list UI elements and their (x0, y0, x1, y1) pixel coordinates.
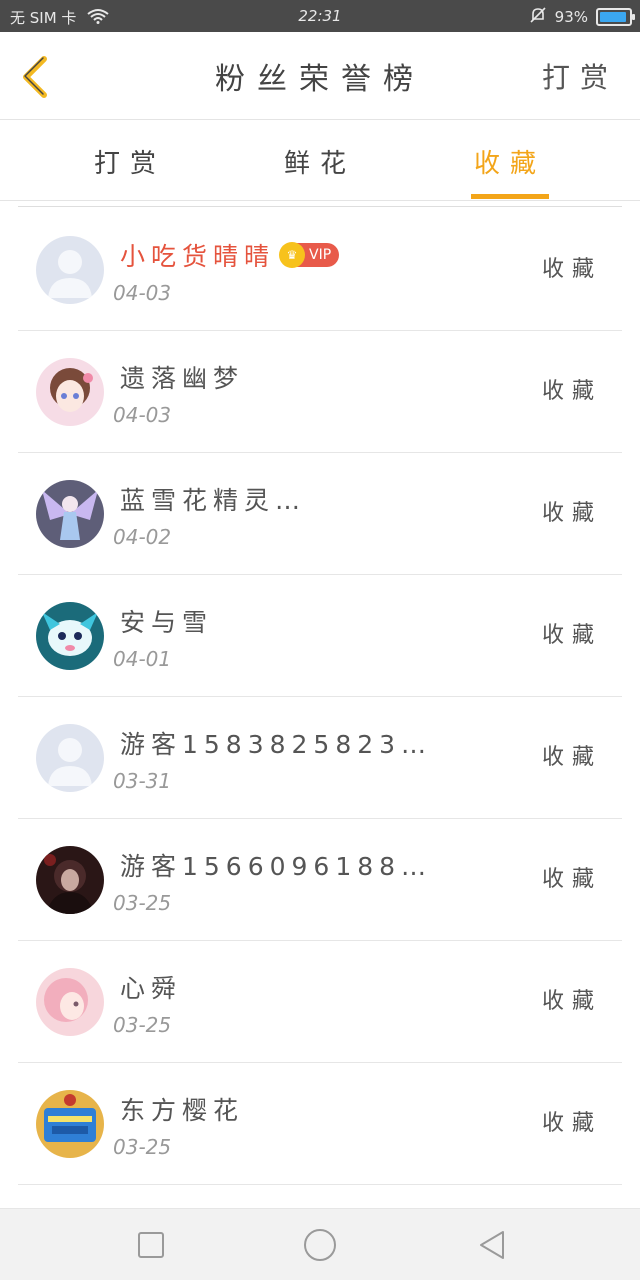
user-name: 小吃货晴晴 ♛ VIP (120, 237, 340, 273)
action-label: 收藏 (541, 989, 602, 1014)
circle-icon (304, 1229, 336, 1261)
dark-portrait-avatar-icon (36, 846, 104, 914)
user-name: 东方樱花 (120, 1096, 245, 1125)
user-name: 安与雪 (120, 608, 214, 637)
user-name: 游客1583825823… (120, 730, 433, 759)
user-name: 遗落幽梦 (120, 364, 245, 393)
cartoon-creature-avatar-icon (36, 602, 104, 670)
user-name: 游客1566096188… (120, 852, 433, 881)
avatar[interactable] (36, 236, 104, 304)
avatar[interactable] (36, 358, 104, 426)
default-avatar-icon (36, 236, 104, 304)
tab-bar: 打赏 鲜花 收藏 (0, 121, 640, 201)
avatar[interactable] (36, 1090, 104, 1158)
crown-icon: ♛ (279, 242, 306, 268)
action-label: 收藏 (541, 501, 602, 526)
user-name: 心舜 (120, 974, 183, 1003)
date: 04-03 (113, 403, 172, 427)
pink-hair-avatar-icon (36, 968, 104, 1036)
vip-badge: ♛ VIP (279, 242, 340, 268)
date: 04-03 (113, 281, 172, 305)
reward-link[interactable]: 打赏 (542, 32, 618, 120)
system-nav-bar (0, 1208, 640, 1280)
list-item[interactable]: 游客1583825823… 03-31 收藏 (18, 697, 622, 819)
action-label: 收藏 (541, 379, 602, 404)
tab-reward[interactable]: 打赏 (60, 121, 200, 201)
list-item[interactable]: 游客1566096188… 03-25 收藏 (18, 819, 622, 941)
tab-favorites[interactable]: 收藏 (465, 121, 555, 201)
avatar[interactable] (36, 480, 104, 548)
home-button[interactable] (302, 1227, 338, 1263)
action-label: 收藏 (541, 745, 602, 770)
list-item[interactable]: 小吃货晴晴 ♛ VIP 04-03 收藏 (18, 209, 622, 331)
date: 03-25 (113, 1135, 172, 1159)
back-nav-button[interactable] (474, 1227, 510, 1263)
avatar[interactable] (36, 968, 104, 1036)
avatar[interactable] (36, 602, 104, 670)
action-label: 收藏 (541, 1111, 602, 1136)
action-label: 收藏 (541, 257, 602, 282)
avatar[interactable] (36, 724, 104, 792)
list-item[interactable]: 心舜 03-25 收藏 (18, 941, 622, 1063)
list-item[interactable]: 安与雪 04-01 收藏 (18, 575, 622, 697)
triangle-back-icon (480, 1231, 504, 1259)
date: 03-25 (113, 1013, 172, 1037)
divider (18, 206, 622, 207)
bell-muted-icon (529, 6, 547, 28)
battery-icon (596, 8, 635, 26)
fan-list: 小吃货晴晴 ♛ VIP 04-03 收藏 遗落幽梦 04-03 收藏 蓝雪花精灵… (18, 209, 622, 1185)
battery-level (600, 12, 627, 22)
action-label: 收藏 (541, 623, 602, 648)
user-name: 蓝雪花精灵… (120, 486, 307, 515)
list-item[interactable]: 遗落幽梦 04-03 收藏 (18, 331, 622, 453)
date: 04-02 (113, 525, 172, 549)
date: 03-31 (113, 769, 172, 793)
avatar[interactable] (36, 846, 104, 914)
list-item[interactable]: 东方樱花 03-25 收藏 (18, 1063, 622, 1185)
list-item[interactable]: 蓝雪花精灵… 04-02 收藏 (18, 453, 622, 575)
default-avatar-icon (36, 724, 104, 792)
fairy-avatar-icon (36, 480, 104, 548)
date: 04-01 (113, 647, 172, 671)
vip-label: VIP (309, 247, 332, 263)
game-poster-avatar-icon (36, 1090, 104, 1158)
status-right: 93% (529, 6, 635, 28)
tab-flowers[interactable]: 鲜花 (250, 121, 390, 201)
status-bar: 无 SIM 卡 22:31 93% (0, 0, 640, 32)
anime-girl-avatar-icon (36, 358, 104, 426)
recent-apps-button[interactable] (133, 1227, 169, 1263)
active-tab-indicator (471, 194, 549, 199)
action-label: 收藏 (541, 867, 602, 892)
square-icon (138, 1232, 164, 1258)
user-name-text: 小吃货晴晴 (120, 242, 276, 271)
page-title: 粉丝荣誉榜 (215, 62, 425, 97)
date: 03-25 (113, 891, 172, 915)
app-header: 粉丝荣誉榜 打赏 (0, 32, 640, 120)
battery-percent: 93% (554, 8, 588, 26)
